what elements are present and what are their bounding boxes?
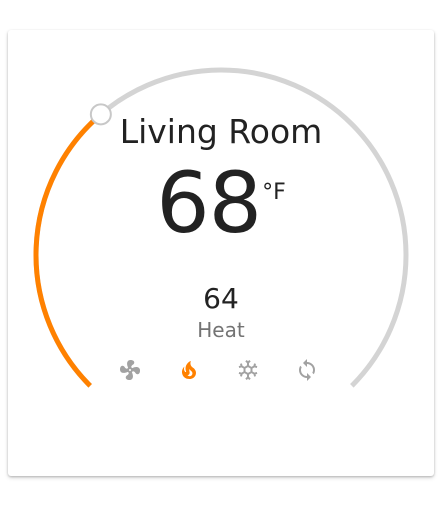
mode-button-fan[interactable] <box>115 355 145 385</box>
snowflake-icon <box>238 360 258 380</box>
mode-button-heat[interactable] <box>174 355 204 385</box>
page: Living Room 68°F 64 Heat <box>0 0 442 510</box>
fan-icon <box>120 360 141 380</box>
fire-icon <box>181 361 196 379</box>
room-name: Living Room <box>119 112 323 151</box>
dial-active-arc <box>33 112 103 388</box>
mode-label: Heat <box>197 318 245 342</box>
mode-selector <box>8 355 434 385</box>
target-temperature: 64 <box>203 282 239 315</box>
thermostat-card: Living Room 68°F 64 Heat <box>8 30 434 476</box>
mode-button-cool[interactable] <box>233 355 263 385</box>
current-temperature: 68°F <box>8 158 434 248</box>
temperature-unit: °F <box>262 180 286 205</box>
sync-icon <box>299 359 315 381</box>
mode-button-auto[interactable] <box>292 355 322 385</box>
thermostat-dial[interactable] <box>8 30 434 476</box>
current-temperature-value: 68 <box>156 154 262 252</box>
